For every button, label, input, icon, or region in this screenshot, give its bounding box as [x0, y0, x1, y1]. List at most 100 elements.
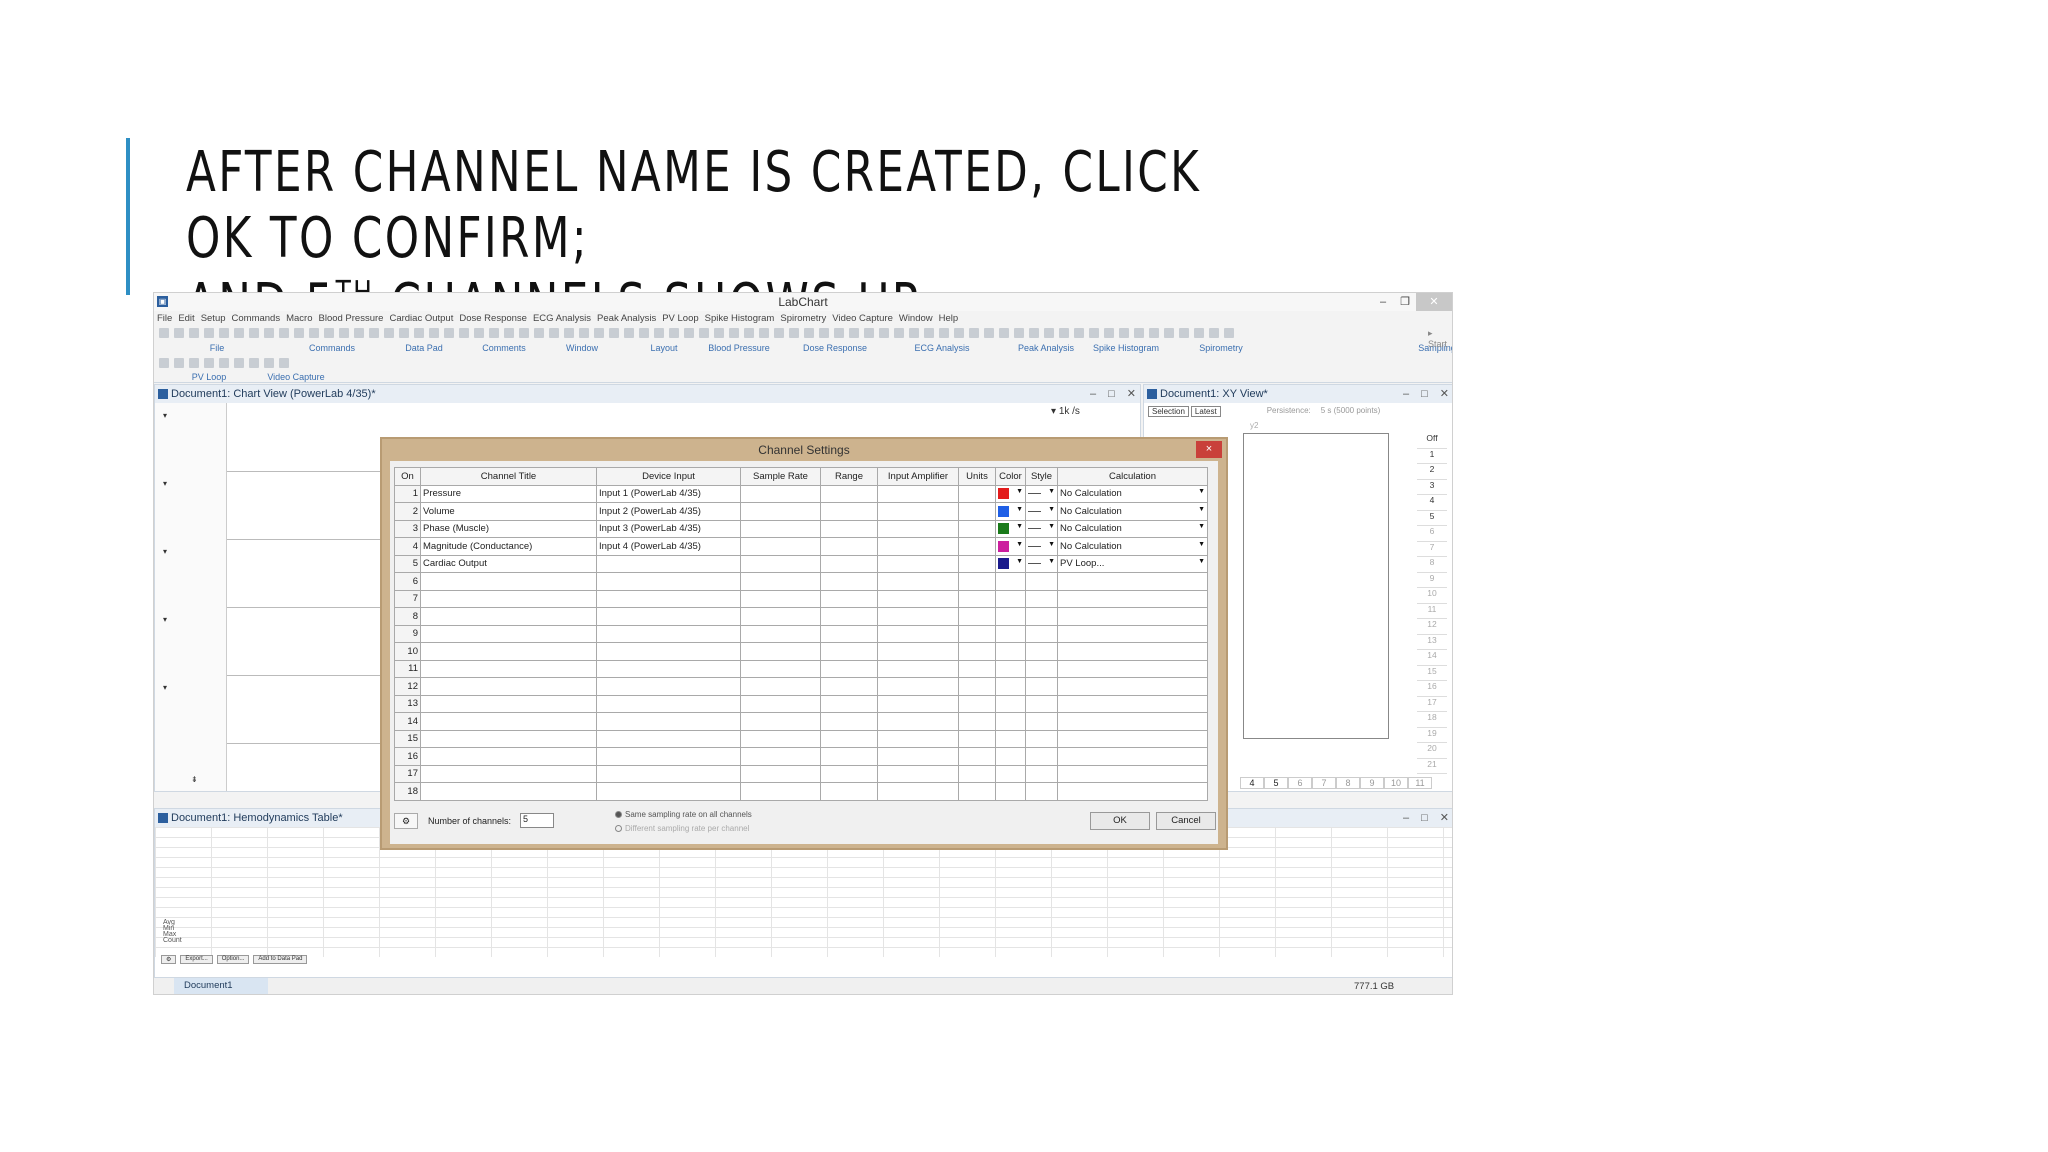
toolbar-button-icon[interactable] [174, 358, 184, 368]
style-cell[interactable] [1025, 624, 1058, 643]
column-header[interactable]: Input Amplifier [877, 467, 959, 486]
toolbar-button-icon[interactable] [264, 328, 274, 338]
xy-tab[interactable]: 4 [1240, 777, 1264, 789]
range-cell[interactable] [820, 554, 878, 573]
toolbar-button-icon[interactable] [939, 328, 949, 338]
input-amplifier-cell[interactable] [877, 519, 959, 538]
device-input-cell[interactable] [596, 677, 741, 696]
input-amplifier-cell[interactable] [877, 659, 959, 678]
chevron-down-icon[interactable]: ▾ [163, 683, 167, 692]
input-amplifier-cell[interactable] [877, 642, 959, 661]
sample-rate-cell[interactable] [740, 502, 821, 521]
table-row[interactable]: 3 Phase (Muscle) Input 3 (PowerLab 4/35) ▼ ▼… [394, 519, 1208, 538]
column-header[interactable]: Color [995, 467, 1026, 486]
color-swatch[interactable] [998, 488, 1009, 500]
toolbar-button-icon[interactable] [924, 328, 934, 338]
table-row[interactable]: 18 [394, 782, 1208, 801]
dropdown-arrow-icon[interactable]: ▼ [1016, 506, 1023, 513]
menu-item-pv-loop[interactable]: PV Loop [662, 313, 698, 324]
units-cell[interactable] [958, 572, 996, 591]
table-row[interactable]: 11 [394, 659, 1208, 678]
table-button[interactable]: Export... [180, 955, 213, 964]
style-cell[interactable]: ▼ [1025, 484, 1058, 503]
range-cell[interactable] [820, 502, 878, 521]
device-input-cell[interactable] [596, 747, 741, 766]
xy-channel-item[interactable]: 11 [1417, 604, 1447, 619]
input-amplifier-cell[interactable] [877, 537, 959, 556]
toolbar-button-icon[interactable] [309, 328, 319, 338]
device-input-cell[interactable] [596, 624, 741, 643]
calculation-cell[interactable] [1057, 782, 1208, 801]
device-input-cell[interactable] [596, 607, 741, 626]
units-cell[interactable] [958, 729, 996, 748]
style-cell[interactable]: ▼ [1025, 537, 1058, 556]
color-cell[interactable] [995, 624, 1026, 643]
dropdown-arrow-icon[interactable]: ▼ [1016, 541, 1023, 548]
toolbar-button-icon[interactable] [369, 328, 379, 338]
dropdown-arrow-icon[interactable]: ▼ [1198, 523, 1205, 530]
style-cell[interactable]: ▼ [1025, 502, 1058, 521]
menu-item-peak-analysis[interactable]: Peak Analysis [597, 313, 656, 324]
calculation-cell[interactable] [1057, 747, 1208, 766]
menu-item-edit[interactable]: Edit [178, 313, 194, 324]
xy-channel-item[interactable]: 7 [1417, 542, 1447, 557]
units-cell[interactable] [958, 554, 996, 573]
color-cell[interactable] [995, 782, 1026, 801]
xy-channel-item[interactable]: 1 [1417, 449, 1447, 464]
toolbar-button-icon[interactable] [879, 328, 889, 338]
device-input-cell[interactable]: Input 4 (PowerLab 4/35) [596, 537, 741, 556]
channel-title-cell[interactable] [420, 659, 597, 678]
menu-item-file[interactable]: File [157, 313, 172, 324]
sample-rate-cell[interactable] [740, 782, 821, 801]
toolbar-button-icon[interactable] [1014, 328, 1024, 338]
units-cell[interactable] [958, 694, 996, 713]
toolbar-button-icon[interactable] [459, 328, 469, 338]
toolbar-button-icon[interactable] [714, 328, 724, 338]
color-cell[interactable] [995, 642, 1026, 661]
units-cell[interactable] [958, 624, 996, 643]
channel-title-cell[interactable] [420, 712, 597, 731]
xy-tab[interactable]: 9 [1360, 777, 1384, 789]
table-row[interactable]: 9 [394, 624, 1208, 643]
chevron-down-icon[interactable]: ▾ [163, 479, 167, 488]
column-header[interactable]: Calculation [1057, 467, 1208, 486]
range-cell[interactable] [820, 782, 878, 801]
calculation-cell[interactable]: No Calculation ▼ [1057, 502, 1208, 521]
channel-title-cell[interactable] [420, 607, 597, 626]
style-cell[interactable] [1025, 659, 1058, 678]
style-cell[interactable] [1025, 589, 1058, 608]
channel-title-cell[interactable] [420, 729, 597, 748]
column-header[interactable]: Units [958, 467, 996, 486]
toolbar-button-icon[interactable] [834, 328, 844, 338]
input-amplifier-cell[interactable] [877, 782, 959, 801]
table-row[interactable]: 7 [394, 589, 1208, 608]
dropdown-arrow-icon[interactable]: ▼ [1198, 488, 1205, 495]
calculation-cell[interactable] [1057, 642, 1208, 661]
input-amplifier-cell[interactable] [877, 484, 959, 503]
toolbar-button-icon[interactable] [804, 328, 814, 338]
toolbar-button-icon[interactable] [384, 328, 394, 338]
toolbar-button-icon[interactable] [549, 328, 559, 338]
menu-item-setup[interactable]: Setup [201, 313, 226, 324]
expand-channels-icon[interactable]: ⇟ [191, 775, 198, 784]
style-cell[interactable] [1025, 694, 1058, 713]
color-swatch[interactable] [998, 505, 1009, 517]
xy-tab[interactable]: 5 [1264, 777, 1288, 789]
xy-channel-item[interactable]: 21 [1417, 759, 1447, 774]
table-row[interactable]: 12 [394, 677, 1208, 696]
toolbar-button-icon[interactable] [609, 328, 619, 338]
units-cell[interactable] [958, 502, 996, 521]
table-row[interactable]: 2 Volume Input 2 (PowerLab 4/35) ▼ ▼ No Calcu… [394, 502, 1208, 521]
calculation-cell[interactable] [1057, 659, 1208, 678]
toolbar-button-icon[interactable] [999, 328, 1009, 338]
latest-button[interactable]: Latest [1190, 406, 1221, 417]
table-row[interactable]: 5 Cardiac Output ▼ ▼ PV Loop... ▼ [394, 554, 1208, 573]
units-cell[interactable] [958, 484, 996, 503]
input-amplifier-cell[interactable] [877, 502, 959, 521]
channel-title-cell[interactable]: Cardiac Output [420, 554, 597, 573]
close-icon[interactable]: ✕ [1440, 809, 1449, 827]
color-cell[interactable] [995, 677, 1026, 696]
toolbar-button-icon[interactable] [729, 328, 739, 338]
sample-rate-cell[interactable] [740, 694, 821, 713]
table-button[interactable]: Option... [216, 955, 250, 964]
